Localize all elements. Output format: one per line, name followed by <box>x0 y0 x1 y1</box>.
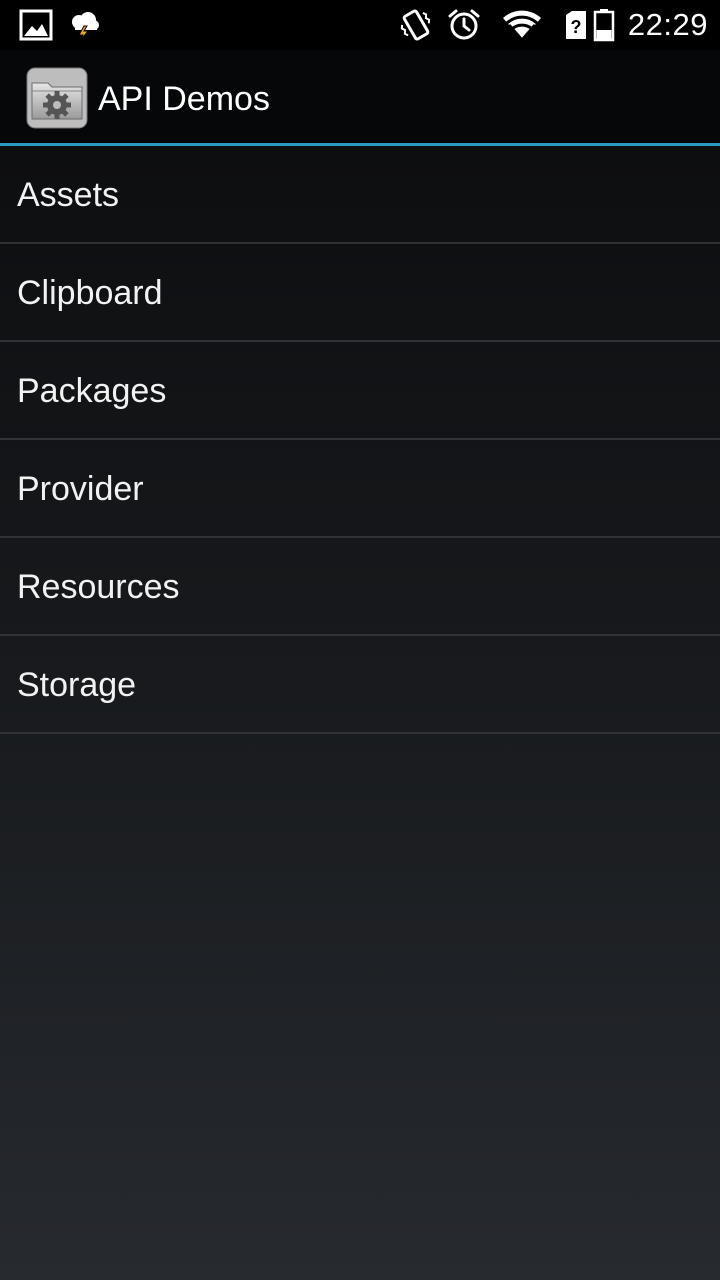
list-item-resources[interactable]: Resources <box>0 538 720 636</box>
weather-storm-icon <box>66 0 102 50</box>
app-folder-gear-icon[interactable] <box>26 67 88 129</box>
list-item-label: Packages <box>17 372 167 410</box>
svg-text:?: ? <box>571 17 582 37</box>
list-item-label: Provider <box>17 470 144 508</box>
wifi-icon <box>500 0 544 50</box>
list-item-label: Clipboard <box>17 274 163 312</box>
list-item-storage[interactable]: Storage <box>0 636 720 734</box>
vibrate-icon <box>398 0 434 50</box>
no-sim-icon: ? <box>563 0 589 50</box>
battery-icon <box>591 0 617 50</box>
demo-list: Assets Clipboard Packages Provider Resou… <box>0 146 720 734</box>
list-item-packages[interactable]: Packages <box>0 342 720 440</box>
list-item-label: Resources <box>17 568 180 606</box>
list-item-provider[interactable]: Provider <box>0 440 720 538</box>
list-item-clipboard[interactable]: Clipboard <box>0 244 720 342</box>
list-item-label: Storage <box>17 666 137 704</box>
list-item-assets[interactable]: Assets <box>0 146 720 244</box>
alarm-icon <box>446 0 482 50</box>
status-bar: ? 22:29 <box>0 0 720 50</box>
list-item-label: Assets <box>17 176 120 214</box>
content-area: Assets Clipboard Packages Provider Resou… <box>0 146 720 1280</box>
app-title: API Demos <box>98 80 270 118</box>
action-bar: API Demos <box>0 50 720 146</box>
gallery-icon <box>18 0 54 50</box>
status-clock: 22:29 <box>627 7 708 42</box>
